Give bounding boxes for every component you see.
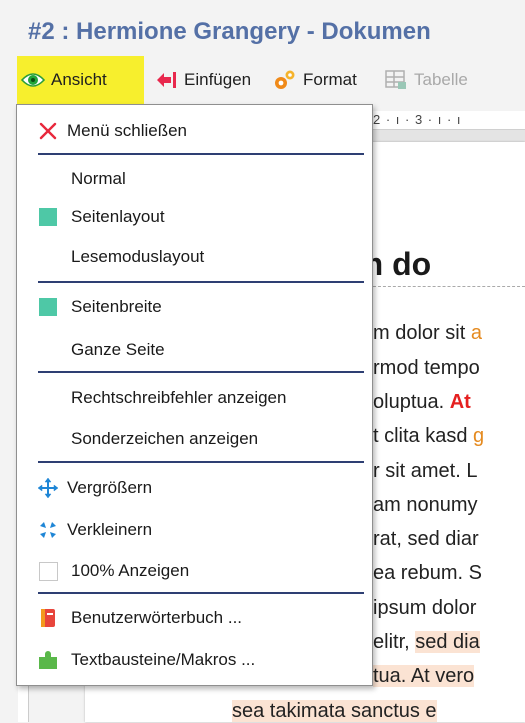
menu-separator bbox=[38, 371, 364, 373]
menu-item-vergroessern[interactable]: Vergrößern bbox=[17, 468, 372, 508]
gears-icon bbox=[273, 68, 297, 92]
menu-item-label: Ganze Seite bbox=[71, 340, 165, 359]
close-icon bbox=[37, 120, 59, 142]
menu-item-verkleinern[interactable]: Verkleinern bbox=[17, 510, 372, 550]
document-text-line: rat, sed diar bbox=[373, 528, 479, 551]
eye-icon bbox=[21, 68, 45, 92]
document-text-line: r sit amet. L bbox=[373, 460, 477, 483]
ansicht-dropdown-menu: Menü schließen Normal Seitenlayout Lesemodu… bbox=[16, 104, 373, 686]
menu-item-lesemoduslayout[interactable]: Lesemoduslayout bbox=[17, 237, 372, 277]
table-icon bbox=[384, 68, 408, 92]
document-text-run: m dolor sit bbox=[373, 322, 471, 344]
document-text-line: am nonumy bbox=[373, 494, 478, 517]
document-text-run: am nonumy bbox=[373, 494, 478, 516]
puzzle-icon bbox=[37, 649, 59, 671]
menu-item-label: Vergrößern bbox=[67, 478, 153, 497]
menu-toolbar: Ansicht Einfügen Format Tabelle bbox=[0, 56, 525, 104]
menu-item-seitenbreite[interactable]: Seitenbreite bbox=[17, 287, 372, 327]
document-text-line: ipsum dolor bbox=[373, 597, 476, 620]
menu-separator bbox=[38, 153, 364, 155]
document-text-line: t clita kasd g bbox=[373, 425, 484, 448]
arrow-left-icon bbox=[154, 68, 178, 92]
menu-item-normal[interactable]: Normal bbox=[17, 159, 372, 199]
toolbar-format-label: Format bbox=[303, 70, 357, 89]
menu-item-close[interactable]: Menü schließen bbox=[17, 111, 372, 151]
document-text-run: g bbox=[473, 425, 485, 447]
toolbar-ansicht-button[interactable]: Ansicht bbox=[17, 56, 144, 104]
document-text-line: sea takimata sanctus e bbox=[232, 700, 437, 723]
document-text-run: rmod tempo bbox=[373, 357, 480, 379]
document-text-line: m dolor sit a bbox=[373, 322, 482, 345]
horizontal-ruler[interactable]: 2 · ı · 3 · ı · ı bbox=[373, 111, 525, 130]
toolbar-tabelle-label: Tabelle bbox=[414, 70, 468, 89]
zoom-in-arrows-icon bbox=[37, 477, 59, 499]
document-text-run: rat, sed diar bbox=[373, 528, 479, 550]
toolbar-format-button[interactable]: Format bbox=[273, 56, 357, 104]
menu-separator bbox=[38, 592, 364, 594]
menu-separator bbox=[38, 461, 364, 463]
menu-item-label: Textbausteine/Makros ... bbox=[71, 650, 256, 669]
window-title: #2 : Hermione Grangery - Dokumen bbox=[28, 18, 431, 45]
menu-item-label: Seitenlayout bbox=[71, 207, 165, 226]
document-text-run: At bbox=[449, 391, 471, 413]
document-text-line: tua. At vero bbox=[373, 665, 475, 688]
document-text-line: rmod tempo bbox=[373, 357, 480, 380]
menu-item-label: Rechtschreibfehler anzeigen bbox=[71, 388, 287, 407]
menu-item-100-anzeigen[interactable]: 100% Anzeigen bbox=[17, 551, 372, 591]
document-text-run: oluptua. bbox=[373, 391, 450, 413]
paragraph-divider bbox=[373, 286, 525, 287]
toolbar-einfuegen-button[interactable]: Einfügen bbox=[154, 56, 251, 104]
menu-item-label: Lesemoduslayout bbox=[71, 247, 205, 266]
document-text-run: elitr, bbox=[373, 631, 416, 653]
document-text-run: ea rebum. S bbox=[373, 562, 482, 584]
toolbar-ansicht-label: Ansicht bbox=[51, 70, 107, 89]
document-text-line: ea rebum. S bbox=[373, 562, 482, 585]
menu-item-label: Sonderzeichen anzeigen bbox=[71, 429, 259, 448]
document-text-line: elitr, sed dia bbox=[373, 631, 480, 654]
book-icon bbox=[37, 607, 59, 629]
menu-item-label: Menü schließen bbox=[67, 121, 188, 140]
checked-square-icon bbox=[37, 296, 59, 318]
menu-item-seitenlayout[interactable]: Seitenlayout bbox=[17, 197, 372, 237]
menu-item-label: Normal bbox=[71, 169, 126, 188]
document-text-run: t clita kasd bbox=[373, 425, 474, 447]
toolbar-tabelle-button[interactable]: Tabelle bbox=[384, 56, 468, 104]
menu-item-sonderzeichen[interactable]: Sonderzeichen anzeigen bbox=[17, 419, 372, 459]
menu-item-textbausteine[interactable]: Textbausteine/Makros ... bbox=[17, 640, 372, 680]
menu-separator bbox=[38, 281, 364, 283]
document-text-run: ipsum dolor bbox=[373, 597, 477, 619]
menu-item-ganze-seite[interactable]: Ganze Seite bbox=[17, 330, 372, 370]
menu-item-label: Seitenbreite bbox=[71, 297, 162, 316]
unchecked-square-icon bbox=[37, 560, 59, 582]
document-text-run: a bbox=[470, 322, 482, 344]
document-text-run: sed dia bbox=[415, 631, 480, 653]
menu-item-label: Verkleinern bbox=[67, 520, 153, 539]
menu-item-benutzerwoerterbuch[interactable]: Benutzerwörterbuch ... bbox=[17, 598, 372, 638]
toolbar-einfuegen-label: Einfügen bbox=[184, 70, 252, 89]
document-text-run: tua. At vero bbox=[373, 665, 475, 687]
menu-item-label: Benutzerwörterbuch ... bbox=[71, 608, 243, 627]
zoom-out-arrows-icon bbox=[37, 519, 59, 541]
menu-item-label: 100% Anzeigen bbox=[71, 561, 190, 580]
document-text-run: sea takimata sanctus e bbox=[232, 700, 437, 722]
document-text-run: r sit amet. L bbox=[373, 460, 478, 482]
menu-item-rechtschreibfehler[interactable]: Rechtschreibfehler anzeigen bbox=[17, 378, 372, 418]
checked-square-icon bbox=[37, 206, 59, 228]
document-text-line: oluptua. At bbox=[373, 391, 471, 414]
